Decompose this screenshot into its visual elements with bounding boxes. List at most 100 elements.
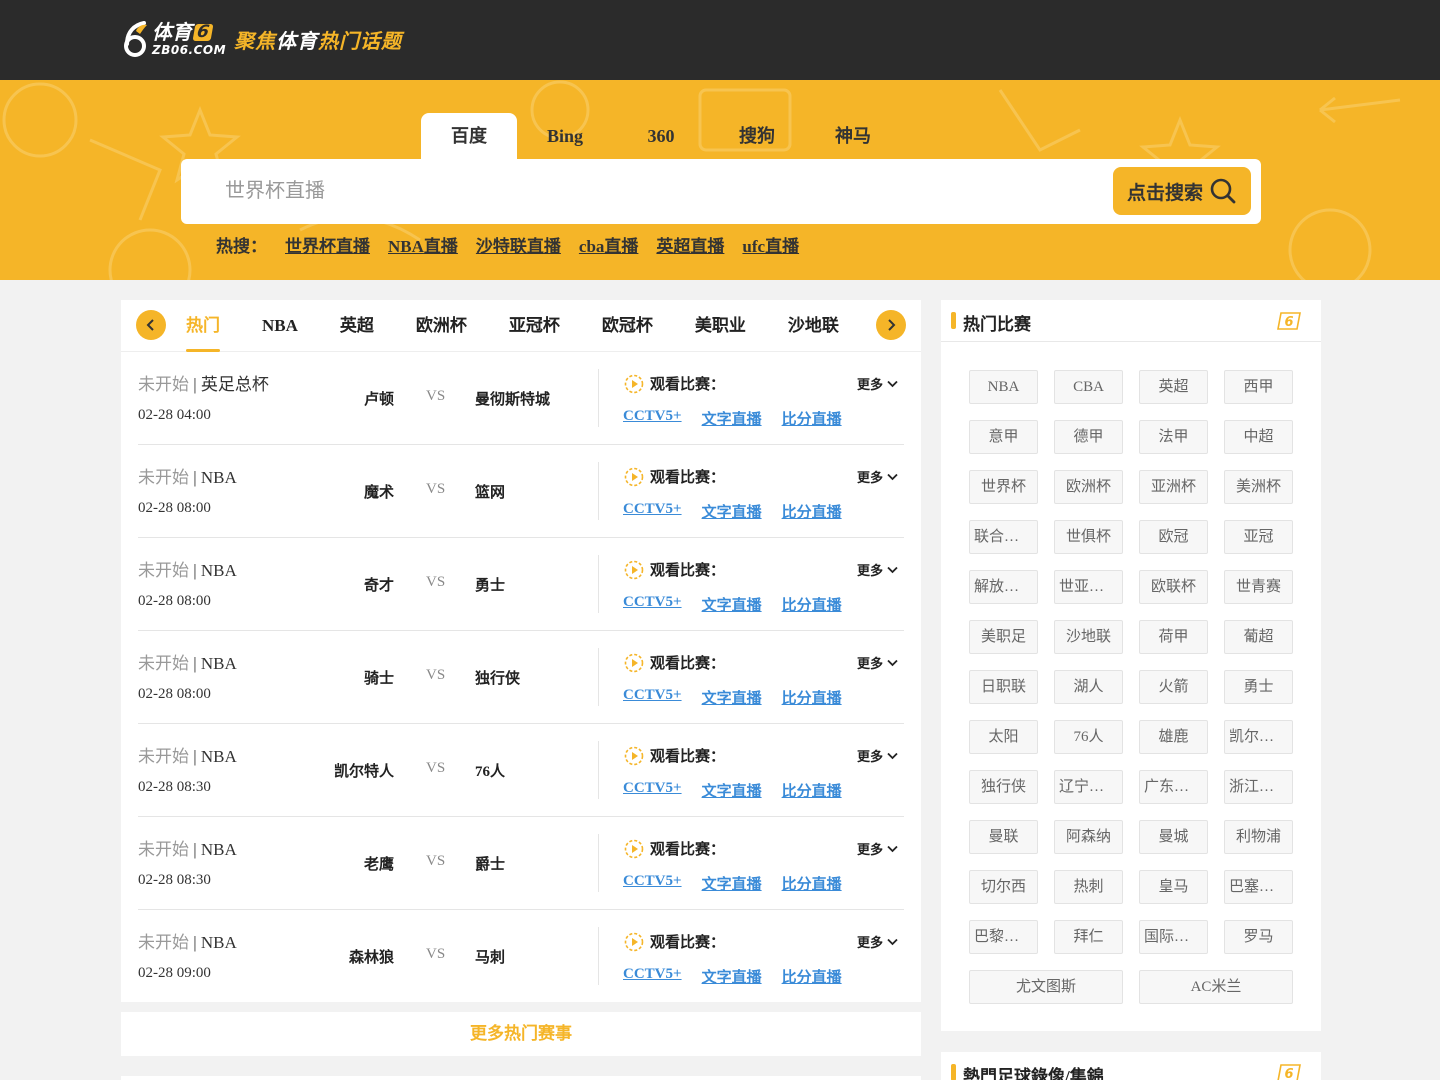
game-tag[interactable]: 阿森纳 <box>1054 820 1123 854</box>
game-tag[interactable]: 尤文图斯 <box>969 970 1123 1004</box>
game-tag[interactable]: 葡超 <box>1224 620 1293 654</box>
game-tag[interactable]: 欧冠 <box>1139 520 1208 554</box>
game-tag[interactable]: 亚冠 <box>1224 520 1293 554</box>
game-tag[interactable]: 国际米兰 <box>1139 920 1208 954</box>
away-team[interactable]: 独行侠 <box>475 667 520 688</box>
home-team[interactable]: 卢顿 <box>364 388 394 409</box>
hot-search-term[interactable]: 沙特联直播 <box>476 232 561 257</box>
game-tag[interactable]: 意甲 <box>969 420 1038 454</box>
game-tag[interactable]: 曼城 <box>1139 820 1208 854</box>
stream-link[interactable]: 文字直播 <box>702 501 762 522</box>
more-button[interactable]: 更多 <box>857 374 898 393</box>
game-tag[interactable]: 世俱杯 <box>1054 520 1123 554</box>
match-league[interactable]: NBA <box>201 933 237 952</box>
game-tag[interactable]: 德甲 <box>1054 420 1123 454</box>
stream-link[interactable]: 比分直播 <box>782 873 842 894</box>
game-tag[interactable]: 世亚预选 <box>1054 570 1123 604</box>
search-input[interactable] <box>225 159 1085 224</box>
game-tag[interactable]: 沙地联 <box>1054 620 1123 654</box>
match-league[interactable]: NBA <box>201 747 237 766</box>
category-tab[interactable]: 亚冠杯 <box>499 300 570 352</box>
stream-link[interactable]: 比分直播 <box>782 780 842 801</box>
stream-link[interactable]: CCTV5+ <box>623 966 682 987</box>
category-prev-button[interactable] <box>136 310 166 340</box>
game-tag[interactable]: 热刺 <box>1054 870 1123 904</box>
game-tag[interactable]: AC米兰 <box>1139 970 1293 1004</box>
more-button[interactable]: 更多 <box>857 839 898 858</box>
game-tag[interactable]: 罗马 <box>1224 920 1293 954</box>
hot-search-term[interactable]: 世界杯直播 <box>285 232 370 257</box>
game-tag[interactable]: 日职联 <box>969 670 1038 704</box>
game-tag[interactable]: 火箭 <box>1139 670 1208 704</box>
more-button[interactable]: 更多 <box>857 746 898 765</box>
match-league[interactable]: NBA <box>201 561 237 580</box>
more-button[interactable]: 更多 <box>857 932 898 951</box>
game-tag[interactable]: 切尔西 <box>969 870 1038 904</box>
game-tag[interactable]: 西甲 <box>1224 370 1293 404</box>
game-tag[interactable]: 解放者杯 <box>969 570 1038 604</box>
home-team[interactable]: 骑士 <box>364 667 394 688</box>
engine-tab-360[interactable]: 360 <box>613 113 709 159</box>
stream-link[interactable]: 文字直播 <box>702 966 762 987</box>
site-logo[interactable]: 体育 6 ZB06.COM 聚焦体育热门话题 <box>122 18 402 60</box>
engine-tab-bing[interactable]: Bing <box>517 113 613 159</box>
stream-link[interactable]: 比分直播 <box>782 687 842 708</box>
stream-link[interactable]: 文字直播 <box>702 594 762 615</box>
game-tag[interactable]: 美职足 <box>969 620 1038 654</box>
game-tag[interactable]: 中超 <box>1224 420 1293 454</box>
more-button[interactable]: 更多 <box>857 653 898 672</box>
stream-link[interactable]: 比分直播 <box>782 408 842 429</box>
game-tag[interactable]: 拜仁 <box>1054 920 1123 954</box>
more-button[interactable]: 更多 <box>857 467 898 486</box>
game-tag[interactable]: 浙江东… <box>1224 770 1293 804</box>
engine-tab-baidu[interactable]: 百度 <box>421 113 517 159</box>
home-team[interactable]: 凯尔特人 <box>334 760 394 781</box>
stream-link[interactable]: CCTV5+ <box>623 873 682 894</box>
game-tag[interactable]: 法甲 <box>1139 420 1208 454</box>
more-matches-button[interactable]: 更多热门赛事 <box>121 1012 921 1056</box>
game-tag[interactable]: 欧洲杯 <box>1054 470 1123 504</box>
game-tag[interactable]: 广东东… <box>1139 770 1208 804</box>
game-tag[interactable]: 英超 <box>1139 370 1208 404</box>
stream-link[interactable]: 文字直播 <box>702 780 762 801</box>
category-tab[interactable]: 沙地联 <box>778 300 849 352</box>
game-tag[interactable]: 荷甲 <box>1139 620 1208 654</box>
away-team[interactable]: 勇士 <box>475 574 505 595</box>
game-tag[interactable]: 巴黎圣… <box>969 920 1038 954</box>
away-team[interactable]: 爵士 <box>475 853 505 874</box>
game-tag[interactable]: 利物浦 <box>1224 820 1293 854</box>
home-team[interactable]: 老鹰 <box>364 853 394 874</box>
search-button[interactable]: 点击搜索 <box>1113 167 1251 215</box>
game-tag[interactable]: 雄鹿 <box>1139 720 1208 754</box>
away-team[interactable]: 曼彻斯特城 <box>475 388 550 409</box>
game-tag[interactable]: 独行侠 <box>969 770 1038 804</box>
hot-search-term[interactable]: ufc直播 <box>742 232 799 257</box>
stream-link[interactable]: CCTV5+ <box>623 594 682 615</box>
game-tag[interactable]: CBA <box>1054 370 1123 404</box>
category-tab[interactable]: 欧洲杯 <box>406 300 477 352</box>
away-team[interactable]: 76人 <box>475 760 505 781</box>
game-tag[interactable]: 76人 <box>1054 720 1123 754</box>
more-button[interactable]: 更多 <box>857 560 898 579</box>
game-tag[interactable]: 辽宁飞豹 <box>1054 770 1123 804</box>
category-tab[interactable]: 热门 <box>176 300 230 352</box>
game-tag[interactable]: 世界杯 <box>969 470 1038 504</box>
game-tag[interactable]: 凯尔特人 <box>1224 720 1293 754</box>
game-tag[interactable]: 世青赛 <box>1224 570 1293 604</box>
hot-search-term[interactable]: 英超直播 <box>656 232 724 257</box>
hot-search-term[interactable]: cba直播 <box>579 232 639 257</box>
category-tab[interactable]: NBA <box>252 300 308 352</box>
match-league[interactable]: NBA <box>201 468 237 487</box>
stream-link[interactable]: 文字直播 <box>702 873 762 894</box>
game-tag[interactable]: NBA <box>969 370 1038 404</box>
match-league[interactable]: NBA <box>201 654 237 673</box>
away-team[interactable]: 马刺 <box>475 946 505 967</box>
game-tag[interactable]: 太阳 <box>969 720 1038 754</box>
stream-link[interactable]: CCTV5+ <box>623 780 682 801</box>
game-tag[interactable]: 亚洲杯 <box>1139 470 1208 504</box>
home-team[interactable]: 魔术 <box>364 481 394 502</box>
away-team[interactable]: 篮网 <box>475 481 505 502</box>
home-team[interactable]: 奇才 <box>364 574 394 595</box>
stream-link[interactable]: 比分直播 <box>782 501 842 522</box>
game-tag[interactable]: 湖人 <box>1054 670 1123 704</box>
